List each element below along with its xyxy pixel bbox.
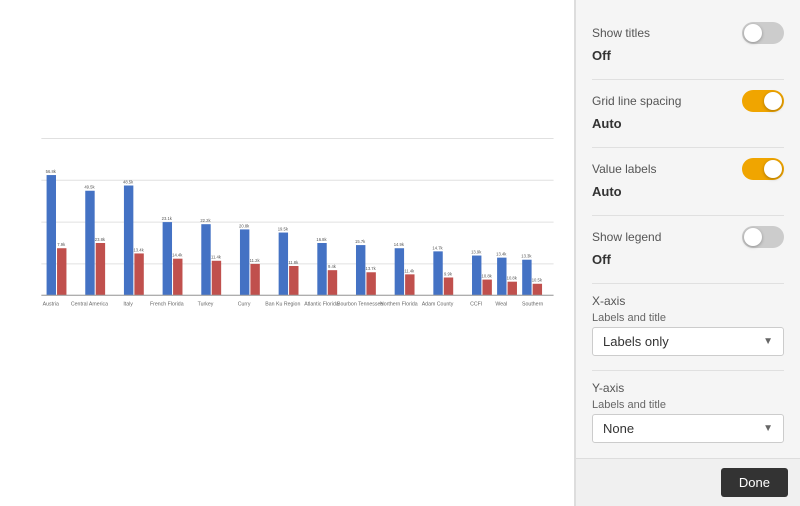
svg-text:French Florida: French Florida xyxy=(150,302,184,308)
x-axis-dropdown-wrapper: Labels and title Labels only ▼ xyxy=(592,312,784,356)
svg-text:10.5k: 10.5k xyxy=(532,278,543,283)
svg-text:22.2k: 22.2k xyxy=(200,218,211,223)
svg-text:14.7k: 14.7k xyxy=(432,245,443,250)
y-axis-title: Y-axis xyxy=(592,381,784,395)
svg-text:13.9k: 13.9k xyxy=(471,249,482,254)
done-bar: Done xyxy=(576,458,800,506)
grid-line-thumb xyxy=(764,92,782,110)
value-labels-track[interactable] xyxy=(742,158,784,180)
svg-text:13.3k: 13.3k xyxy=(521,254,532,259)
y-axis-section: Y-axis Labels and title None ▼ xyxy=(592,381,784,457)
value-labels-value: Auto xyxy=(592,184,784,199)
svg-text:19.5k: 19.5k xyxy=(278,226,289,231)
grid-line-label: Grid line spacing xyxy=(592,94,681,108)
svg-text:11.4k: 11.4k xyxy=(211,255,222,260)
y-axis-dropdown-wrapper: Labels and title None ▼ xyxy=(592,399,784,443)
svg-text:14.4k: 14.4k xyxy=(172,253,183,258)
grid-line-row: Grid line spacing xyxy=(592,90,784,112)
svg-text:23.1k: 23.1k xyxy=(162,216,173,221)
x-axis-dropdown[interactable]: Labels only ▼ xyxy=(592,327,784,356)
done-button[interactable]: Done xyxy=(721,468,788,497)
svg-text:Central America: Central America xyxy=(71,302,108,308)
show-titles-thumb xyxy=(744,24,762,42)
svg-text:9.4k: 9.4k xyxy=(328,264,337,269)
svg-text:13.4k: 13.4k xyxy=(133,247,144,252)
grid-line-section: Grid line spacing Auto xyxy=(592,90,784,148)
chart-panel: 56.8k 7.9k 49.5k 23.8k 48.5k 13.4k 23.1k… xyxy=(0,0,575,506)
show-legend-value: Off xyxy=(592,252,784,267)
svg-text:Turkey: Turkey xyxy=(198,302,214,308)
x-axis-dropdown-label: Labels and title xyxy=(592,312,784,324)
svg-text:48.5k: 48.5k xyxy=(123,179,134,184)
svg-text:11.2k: 11.2k xyxy=(250,258,261,263)
chart-container: 56.8k 7.9k 49.5k 23.8k 48.5k 13.4k 23.1k… xyxy=(10,20,564,466)
svg-text:Curry: Curry xyxy=(238,302,251,308)
settings-content: Show titles Off Grid line spacing Aut xyxy=(576,0,800,458)
svg-text:49.5k: 49.5k xyxy=(84,185,95,190)
x-axis-section: X-axis Labels and title Labels only ▼ xyxy=(592,294,784,371)
show-legend-thumb xyxy=(744,228,762,246)
show-titles-section: Show titles Off xyxy=(592,22,784,80)
svg-text:56.8k: 56.8k xyxy=(46,169,57,174)
svg-text:Italy: Italy xyxy=(123,302,133,308)
show-legend-label: Show legend xyxy=(592,230,661,244)
x-axis-selected-value: Labels only xyxy=(603,334,669,349)
svg-text:Adam County: Adam County xyxy=(422,302,454,308)
svg-text:CCFI: CCFI xyxy=(470,302,482,308)
value-labels-toggle[interactable] xyxy=(742,158,784,180)
show-titles-row: Show titles xyxy=(592,22,784,44)
svg-text:Austria: Austria xyxy=(43,302,59,308)
show-titles-label: Show titles xyxy=(592,26,650,40)
svg-text:Bourbon Tennessee: Bourbon Tennessee xyxy=(337,302,383,308)
svg-text:Ban Ku Region: Ban Ku Region xyxy=(265,302,300,308)
svg-text:9.9k: 9.9k xyxy=(444,271,453,276)
svg-text:10.8k: 10.8k xyxy=(507,276,518,281)
grid-line-track[interactable] xyxy=(742,90,784,112)
svg-text:13.7k: 13.7k xyxy=(366,266,377,271)
grid-line-value: Auto xyxy=(592,116,784,131)
svg-text:10.8k: 10.8k xyxy=(482,273,493,278)
value-labels-thumb xyxy=(764,160,782,178)
y-axis-dropdown[interactable]: None ▼ xyxy=(592,414,784,443)
svg-text:15.7k: 15.7k xyxy=(355,239,366,244)
svg-text:Northern Florida: Northern Florida xyxy=(380,302,418,308)
x-axis-title: X-axis xyxy=(592,294,784,308)
settings-panel: Show titles Off Grid line spacing Aut xyxy=(575,0,800,506)
value-labels-row: Value labels xyxy=(592,158,784,180)
show-legend-row: Show legend xyxy=(592,226,784,248)
show-legend-toggle[interactable] xyxy=(742,226,784,248)
show-legend-track[interactable] xyxy=(742,226,784,248)
svg-text:11.8k: 11.8k xyxy=(288,260,299,265)
y-axis-dropdown-label: Labels and title xyxy=(592,399,784,411)
svg-text:14.9k: 14.9k xyxy=(394,242,405,247)
svg-text:Atlantic Florida: Atlantic Florida xyxy=(304,302,339,308)
svg-text:7.9k: 7.9k xyxy=(57,242,66,247)
value-labels-section: Value labels Auto xyxy=(592,158,784,216)
y-axis-chevron-icon: ▼ xyxy=(763,423,773,434)
svg-text:23.8k: 23.8k xyxy=(95,237,106,242)
svg-text:13.4k: 13.4k xyxy=(496,252,507,257)
show-legend-section: Show legend Off xyxy=(592,226,784,284)
svg-text:11.4k: 11.4k xyxy=(404,268,415,273)
show-titles-track[interactable] xyxy=(742,22,784,44)
y-axis-selected-value: None xyxy=(603,421,634,436)
svg-text:Weal: Weal xyxy=(495,302,507,308)
show-titles-value: Off xyxy=(592,48,784,63)
x-axis-chevron-icon: ▼ xyxy=(763,336,773,347)
svg-text:Southern: Southern xyxy=(522,302,543,308)
svg-text:16.8k: 16.8k xyxy=(316,237,327,242)
grid-line-toggle[interactable] xyxy=(742,90,784,112)
show-titles-toggle[interactable] xyxy=(742,22,784,44)
svg-text:20.8k: 20.8k xyxy=(239,223,250,228)
value-labels-label: Value labels xyxy=(592,162,657,176)
